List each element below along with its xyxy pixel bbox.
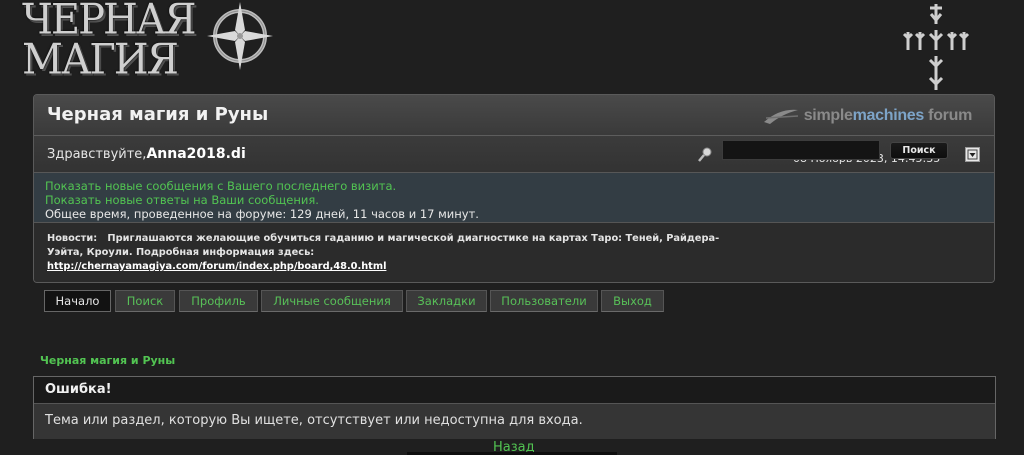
news-link[interactable]: http://chernayamagiya.com/forum/index.ph… bbox=[47, 261, 386, 272]
news-block: Новости: Приглашаются желающие обучиться… bbox=[34, 223, 994, 282]
collapse-header-button[interactable] bbox=[965, 147, 980, 162]
logo-line-2: МАГИЯ bbox=[22, 35, 179, 85]
search-button[interactable]: Поиск bbox=[890, 142, 948, 159]
panel-title-bar: Черная магия и Руны simplemachines forum bbox=[34, 95, 994, 136]
error-title: Ошибка! bbox=[34, 377, 995, 404]
smf-text-forum: forum bbox=[924, 107, 972, 124]
tab-logout[interactable]: Выход bbox=[601, 290, 664, 312]
forum-logo[interactable]: ЧЕРНАЯ МАГИЯ bbox=[22, 0, 197, 85]
tab-profile[interactable]: Профиль bbox=[179, 290, 258, 312]
header-panel: Черная магия и Руны simplemachines forum… bbox=[33, 94, 995, 283]
smf-swoosh-icon bbox=[763, 109, 798, 124]
greeting: Здравствуйте,Anna2018.di bbox=[47, 146, 246, 162]
online-time: Общее время, проведенное на форуме: 129 … bbox=[45, 207, 479, 221]
sun-cross-icon bbox=[207, 2, 273, 70]
tab-bookmarks[interactable]: Закладки bbox=[406, 290, 487, 312]
magnifier-icon bbox=[698, 147, 712, 162]
username-link[interactable]: Anna2018.di bbox=[146, 146, 245, 162]
greeting-text: Здравствуйте, bbox=[47, 147, 147, 162]
tab-home[interactable]: Начало bbox=[44, 290, 111, 312]
smf-text-simple: simple bbox=[803, 107, 853, 124]
rune-cross-icon bbox=[902, 4, 970, 90]
user-info-block: Показать новые сообщения с Вашего послед… bbox=[34, 173, 994, 223]
search-input[interactable] bbox=[722, 140, 880, 160]
breadcrumb[interactable]: Черная магия и Руны bbox=[40, 354, 175, 367]
smf-text-machines: machines bbox=[852, 107, 925, 124]
news-text-block: Новости: Приглашаются желающие обучиться… bbox=[47, 232, 727, 274]
error-message: Тема или раздел, которую Вы ищете, отсут… bbox=[34, 404, 995, 439]
tab-search[interactable]: Поиск bbox=[115, 290, 175, 312]
error-box: Ошибка! Тема или раздел, которую Вы ищет… bbox=[33, 376, 996, 439]
chevron-down-icon bbox=[967, 149, 978, 160]
forum-name[interactable]: Черная магия и Руны bbox=[47, 104, 268, 125]
logo-line-1: ЧЕРНАЯ bbox=[22, 0, 197, 45]
news-label: Новости: bbox=[47, 233, 98, 244]
news-body: Приглашаются желающие обучиться гаданию … bbox=[47, 233, 720, 258]
smf-logo[interactable]: simplemachines forum bbox=[762, 105, 972, 127]
new-replies-link[interactable]: Показать новые ответы на Ваши сообщения. bbox=[45, 193, 983, 207]
tab-members[interactable]: Пользователи bbox=[490, 290, 598, 312]
tab-messages[interactable]: Личные сообщения bbox=[261, 290, 403, 312]
new-posts-link[interactable]: Показать новые сообщения с Вашего послед… bbox=[45, 179, 983, 193]
